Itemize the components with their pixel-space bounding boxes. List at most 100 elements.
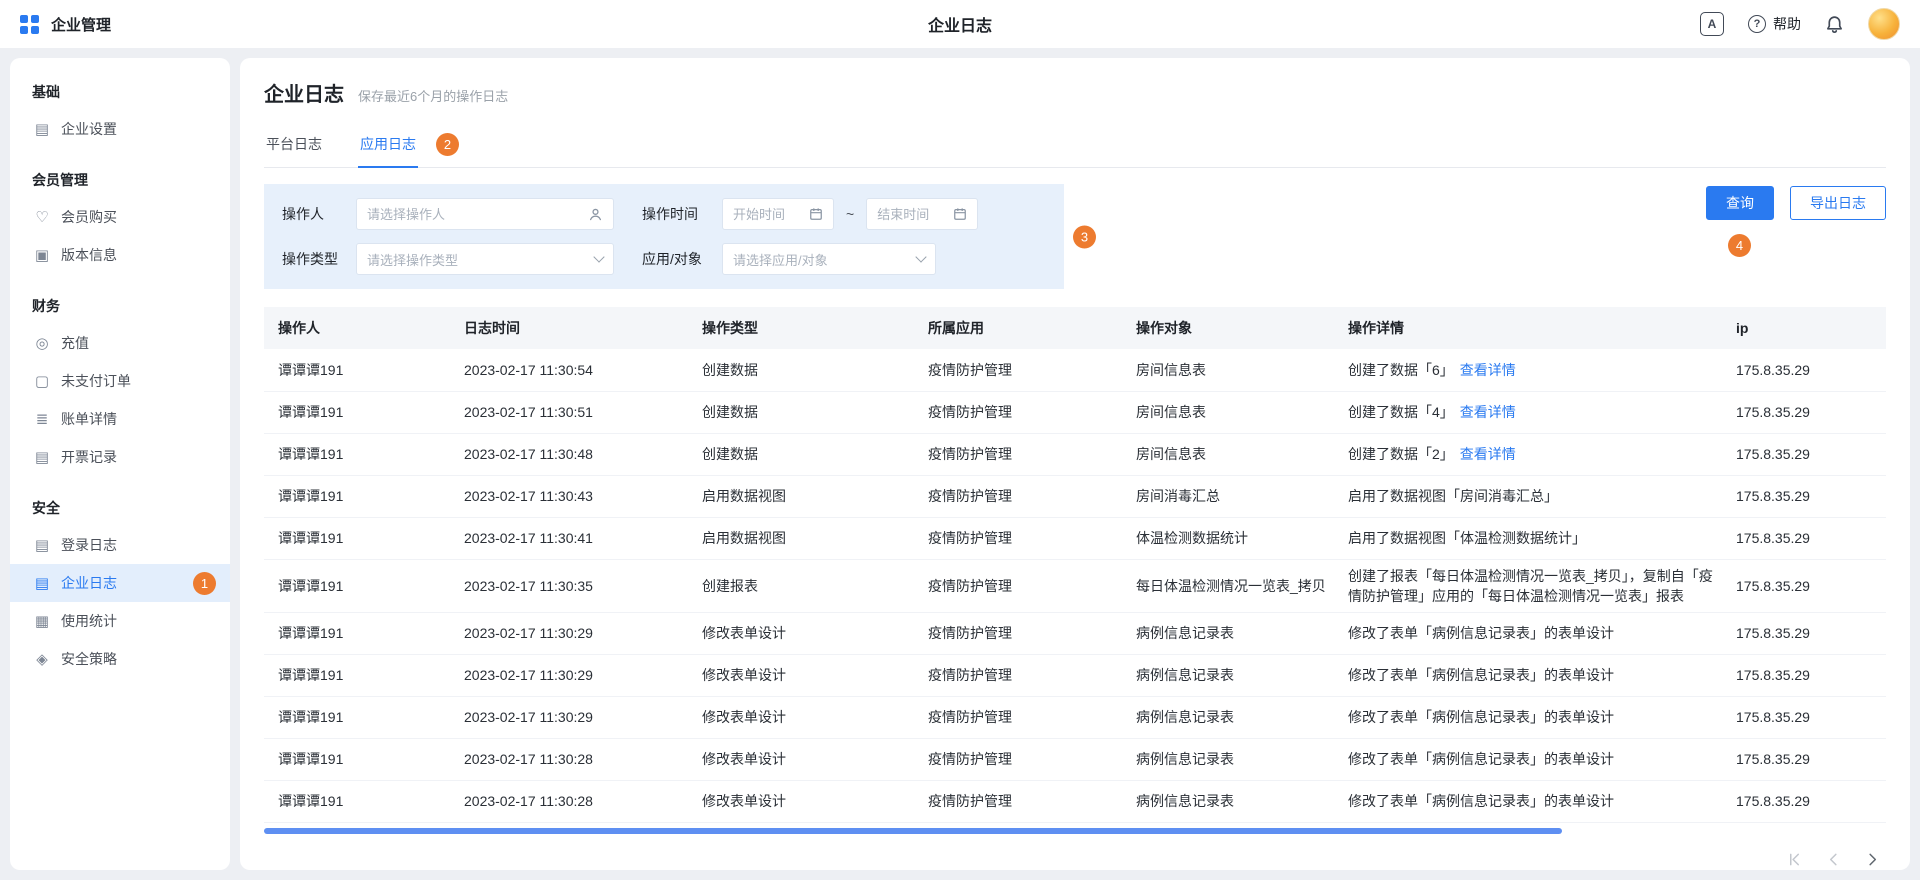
cell-operation-type: 启用数据视图 — [692, 475, 918, 517]
sidebar-item-usage-statistics[interactable]: ▦ 使用统计 — [10, 602, 230, 640]
cell-object: 房间消毒汇总 — [1126, 475, 1338, 517]
cell-object: 病例信息记录表 — [1126, 612, 1338, 654]
end-time-input[interactable] — [877, 207, 945, 222]
cell-ip: 175.8.35.29 — [1726, 654, 1886, 696]
notification-bell-icon[interactable] — [1825, 15, 1844, 34]
next-page-icon[interactable] — [1865, 852, 1880, 867]
log-table-header-row: 操作人日志时间操作类型所属应用操作对象操作详情ip — [264, 307, 1886, 349]
shield-icon: ◈ — [34, 650, 50, 668]
operation-type-select[interactable]: 请选择操作类型 — [356, 243, 614, 275]
step-badge-1: 1 — [193, 572, 216, 595]
bill-list-icon: ≣ — [34, 410, 50, 428]
sidebar-item-enterprise-logs[interactable]: ▤ 企业日志 1 — [10, 564, 230, 602]
cell-operation-type: 创建数据 — [692, 391, 918, 433]
cell-detail: 创建了报表「每日体温检测情况一览表_拷贝」，复制自「疫情防护管理」应用的「每日体… — [1338, 559, 1726, 612]
sidebar-item-version-info[interactable]: ▣ 版本信息 — [10, 236, 230, 274]
start-time-input[interactable] — [733, 207, 801, 222]
page-title: 企业日志 — [264, 78, 344, 107]
sidebar-item-label: 未支付订单 — [61, 371, 131, 391]
sidebar-item-security-policy[interactable]: ◈ 安全策略 — [10, 640, 230, 678]
view-detail-link[interactable]: 查看详情 — [1460, 446, 1516, 462]
cell-log-time: 2023-02-17 11:30:43 — [454, 475, 692, 517]
detail-text: 启用了数据视图「体温检测数据统计」 — [1348, 530, 1586, 546]
view-detail-link[interactable]: 查看详情 — [1460, 362, 1516, 378]
tab-platform-logs[interactable]: 平台日志 — [264, 121, 324, 167]
person-icon — [588, 207, 603, 222]
cell-object: 房间信息表 — [1126, 349, 1338, 391]
sidebar: 基础 ▤ 企业设置 会员管理 ♡ 会员购买 ▣ 版本信息 财务 ◎ 充值 — [10, 58, 230, 870]
sidebar-item-label: 企业日志 — [61, 573, 117, 593]
time-filter-label: 操作时间 — [642, 204, 710, 224]
end-time-picker[interactable] — [866, 198, 978, 230]
type-filter-label: 操作类型 — [282, 249, 344, 269]
cell-object: 房间信息表 — [1126, 433, 1338, 475]
cell-operator: 谭谭谭191 — [264, 696, 454, 738]
app-object-select[interactable]: 请选择应用/对象 — [722, 243, 936, 275]
date-range-tilde: ~ — [846, 206, 854, 222]
sidebar-item-unpaid-orders[interactable]: ▢ 未支付订单 — [10, 362, 230, 400]
query-button[interactable]: 查询 — [1706, 186, 1774, 220]
cell-operator: 谭谭谭191 — [264, 391, 454, 433]
first-page-icon[interactable] — [1787, 852, 1802, 867]
sidebar-item-bill-details[interactable]: ≣ 账单详情 — [10, 400, 230, 438]
sidebar-item-member-purchase[interactable]: ♡ 会员购买 — [10, 198, 230, 236]
cell-detail: 创建了数据「4」查看详情 — [1338, 391, 1726, 433]
file-icon: ▤ — [34, 120, 50, 138]
help-button[interactable]: ? 帮助 — [1748, 14, 1801, 34]
order-card-icon: ▢ — [34, 372, 50, 390]
cell-operator: 谭谭谭191 — [264, 517, 454, 559]
export-logs-button[interactable]: 导出日志 — [1790, 186, 1886, 220]
cell-operation-type: 创建数据 — [692, 433, 918, 475]
cell-ip: 175.8.35.29 — [1726, 612, 1886, 654]
cell-object: 病例信息记录表 — [1126, 738, 1338, 780]
app-grid-icon[interactable] — [20, 15, 39, 34]
cell-operation-type: 修改表单设计 — [692, 780, 918, 822]
log-table-row: 谭谭谭191 2023-02-17 11:30:51 创建数据 疫情防护管理 房… — [264, 391, 1886, 433]
tab-app-logs[interactable]: 应用日志 — [358, 121, 418, 167]
cell-operation-type: 启用数据视图 — [692, 517, 918, 559]
log-table-row: 谭谭谭191 2023-02-17 11:30:29 修改表单设计 疫情防护管理… — [264, 654, 1886, 696]
cell-ip: 175.8.35.29 — [1726, 391, 1886, 433]
cell-operator: 谭谭谭191 — [264, 612, 454, 654]
pagination — [264, 852, 1886, 867]
column-header: 操作类型 — [692, 307, 918, 349]
column-header: 操作人 — [264, 307, 454, 349]
detail-text: 启用了数据视图「房间消毒汇总」 — [1348, 488, 1558, 504]
sidebar-item-login-logs[interactable]: ▤ 登录日志 — [10, 526, 230, 564]
sidebar-item-invoice-records[interactable]: ▤ 开票记录 — [10, 438, 230, 476]
column-header: ip — [1726, 307, 1886, 349]
filter-panel: 操作人 操作时间 — [264, 184, 1064, 289]
cell-object: 每日体温检测情况一览表_拷贝 — [1126, 559, 1338, 612]
user-avatar[interactable] — [1868, 8, 1900, 40]
cell-log-time: 2023-02-17 11:30:35 — [454, 559, 692, 612]
start-time-picker[interactable] — [722, 198, 834, 230]
log-table-row: 谭谭谭191 2023-02-17 11:30:29 修改表单设计 疫情防护管理… — [264, 612, 1886, 654]
app-title: 企业管理 — [51, 14, 111, 35]
cell-operation-type: 修改表单设计 — [692, 738, 918, 780]
horizontal-scrollbar-thumb[interactable] — [264, 828, 1562, 834]
cell-log-time: 2023-02-17 11:30:54 — [454, 349, 692, 391]
cell-detail: 创建了数据「6」查看详情 — [1338, 349, 1726, 391]
cell-ip: 175.8.35.29 — [1726, 559, 1886, 612]
section-title: 会员管理 — [10, 162, 230, 198]
sidebar-item-label: 开票记录 — [61, 447, 117, 467]
view-detail-link[interactable]: 查看详情 — [1460, 404, 1516, 420]
sidebar-item-recharge[interactable]: ◎ 充值 — [10, 324, 230, 362]
chevron-down-icon — [915, 251, 926, 262]
sidebar-item-label: 使用统计 — [61, 611, 117, 631]
operator-select[interactable] — [356, 198, 614, 230]
cell-log-time: 2023-02-17 11:30:28 — [454, 780, 692, 822]
sidebar-item-label: 账单详情 — [61, 409, 117, 429]
log-file-icon: ▤ — [34, 574, 50, 592]
cell-log-time: 2023-02-17 11:30:29 — [454, 696, 692, 738]
log-table-row: 谭谭谭191 2023-02-17 11:30:43 启用数据视图 疫情防护管理… — [264, 475, 1886, 517]
sidebar-item-enterprise-settings[interactable]: ▤ 企业设置 — [10, 110, 230, 148]
prev-page-icon[interactable] — [1826, 852, 1841, 867]
operator-input[interactable] — [367, 207, 580, 222]
log-table-row: 谭谭谭191 2023-02-17 11:30:35 创建报表 疫情防护管理 每… — [264, 559, 1886, 612]
cell-operation-type: 修改表单设计 — [692, 696, 918, 738]
language-icon[interactable]: A — [1700, 12, 1724, 36]
cell-log-time: 2023-02-17 11:30:28 — [454, 738, 692, 780]
cell-operator: 谭谭谭191 — [264, 559, 454, 612]
cell-detail: 启用了数据视图「房间消毒汇总」 — [1338, 475, 1726, 517]
